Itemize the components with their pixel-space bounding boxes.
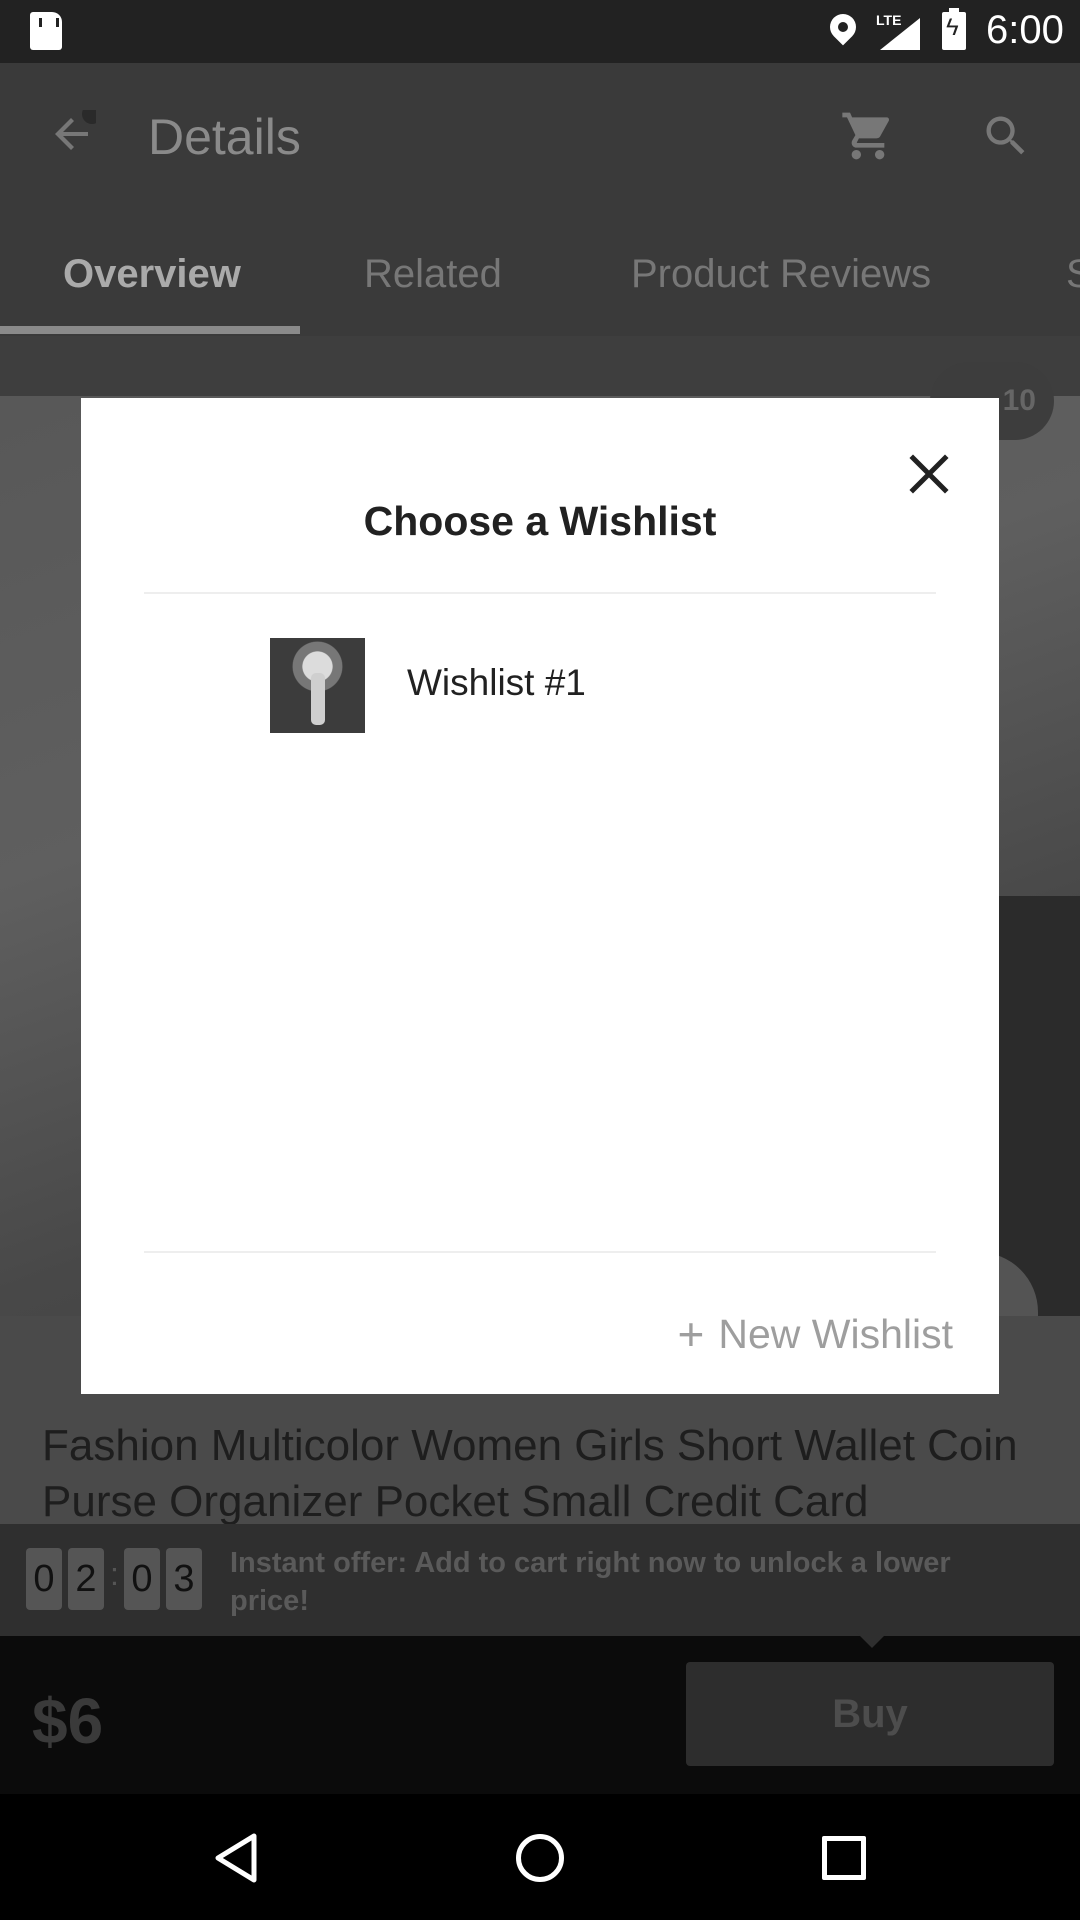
wishlist-thumbnail bbox=[270, 638, 365, 733]
tab-indicator bbox=[0, 326, 300, 334]
wishlist-item[interactable]: Wishlist #1 bbox=[144, 610, 936, 734]
timer-digit: 3 bbox=[166, 1548, 202, 1610]
back-arrow-icon[interactable] bbox=[48, 110, 96, 158]
page-title: Details bbox=[148, 109, 301, 165]
dialog-title: Choose a Wishlist bbox=[363, 498, 717, 544]
timer-digit: 2 bbox=[68, 1548, 104, 1610]
status-bar: LTE 6:00 bbox=[0, 0, 1080, 63]
clock: 6:00 bbox=[986, 8, 1064, 52]
timer-digit: 0 bbox=[26, 1548, 62, 1610]
tab-related[interactable]: Related bbox=[364, 252, 502, 297]
new-wishlist-label: New Wishlist bbox=[718, 1310, 953, 1357]
nav-recents-icon[interactable] bbox=[822, 1836, 866, 1880]
wishlist-name: Wishlist #1 bbox=[407, 662, 586, 703]
divider bbox=[144, 1251, 936, 1253]
cart-icon[interactable] bbox=[840, 108, 896, 164]
offer-text: Instant offer: Add to cart right now to … bbox=[230, 1547, 951, 1617]
price: $6 bbox=[32, 1685, 104, 1757]
product-title: Fashion Multicolor Women Girls Short Wal… bbox=[42, 1421, 1018, 1526]
tab-product-reviews[interactable]: Product Reviews bbox=[631, 252, 931, 297]
battery-charging-icon bbox=[942, 8, 966, 50]
location-icon bbox=[824, 8, 862, 46]
buy-button[interactable]: Buy bbox=[686, 1662, 1054, 1766]
nav-home-icon[interactable] bbox=[516, 1834, 564, 1882]
timer-separator: : bbox=[110, 1556, 119, 1592]
signal-icon bbox=[880, 18, 920, 50]
offer-pointer bbox=[856, 1632, 888, 1648]
divider bbox=[144, 592, 936, 594]
plus-icon: + bbox=[677, 1308, 705, 1360]
choose-wishlist-dialog: Choose a Wishlist Wishlist #1 + New Wish… bbox=[81, 398, 999, 1394]
new-wishlist-button[interactable]: + New Wishlist bbox=[641, 1304, 953, 1364]
nav-back-icon[interactable] bbox=[212, 1832, 260, 1884]
search-icon[interactable] bbox=[980, 110, 1032, 162]
close-icon[interactable] bbox=[903, 448, 955, 500]
tab-overview[interactable]: Overview bbox=[63, 252, 241, 297]
timer-digit: 0 bbox=[124, 1548, 160, 1610]
sd-card-icon bbox=[30, 12, 62, 50]
tab-partial[interactable]: S bbox=[1066, 252, 1080, 297]
